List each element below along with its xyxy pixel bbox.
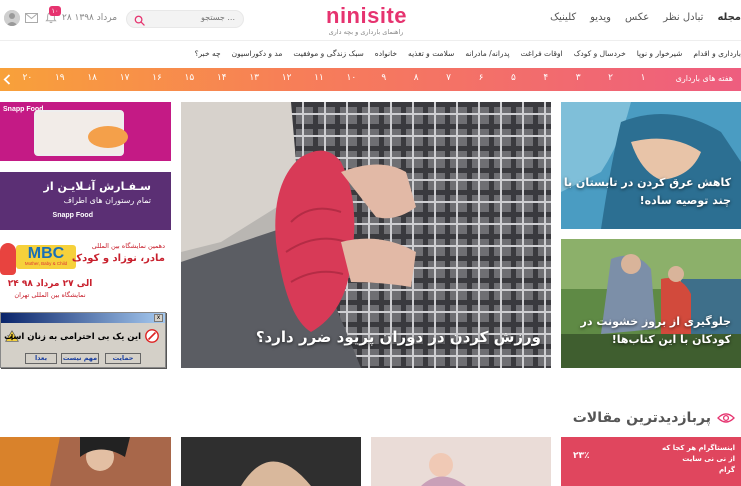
- eye-icon: [717, 413, 735, 423]
- side-article-2-title[interactable]: جلوگیری از بروز خشونت در کودکان با این ک…: [561, 313, 731, 349]
- site-header: مجله تبادل نظر عکس ویدیو کلینیک ninisite…: [0, 0, 741, 40]
- week-number[interactable]: ۲: [600, 73, 622, 83]
- not-important-button[interactable]: مهم نیست: [61, 353, 99, 364]
- current-date: ۲۸ مرداد ۱۳۹۸: [62, 13, 118, 23]
- search-box: [126, 10, 244, 28]
- ad-phone-image: [34, 110, 128, 156]
- card-text-line: از نی نی سایت: [682, 455, 735, 463]
- side-article-2[interactable]: جلوگیری از بروز خشونت در کودکان با این ک…: [561, 239, 741, 368]
- week-number[interactable]: ۱۳: [243, 73, 265, 83]
- nav-item-clinic[interactable]: کلینیک: [550, 12, 576, 23]
- site-logo[interactable]: ninisite راهنمای بارداری و بچه داری: [326, 3, 408, 37]
- side-article-1-title[interactable]: کاهش عرق کردن در تابستان با چند توصیه سا…: [561, 174, 731, 210]
- week-number[interactable]: ۴: [535, 73, 557, 83]
- week-number[interactable]: ۱۹: [49, 73, 71, 83]
- logo-tagline: راهنمای بارداری و بچه داری: [328, 28, 404, 36]
- week-number[interactable]: ۵: [502, 73, 524, 83]
- week-number[interactable]: ۱۷: [114, 73, 136, 83]
- article-card[interactable]: [181, 437, 361, 486]
- chevron-left-icon[interactable]: [3, 74, 11, 85]
- mbc-exhibition-banner[interactable]: MBC Mother, Baby & Child دهمین نمایشگاه …: [0, 233, 171, 303]
- category-list: بارداری و اقدام شیرخوار و نوپا خردسال و …: [195, 49, 741, 58]
- avatar[interactable]: [4, 10, 20, 26]
- dialog-banner[interactable]: x این یک بی احترامی به زنان است حمایت مه…: [0, 312, 166, 368]
- side-article-1[interactable]: کاهش عرق کردن در تابستان با چند توصیه سا…: [561, 102, 741, 229]
- week-number[interactable]: ۱۴: [211, 73, 233, 83]
- close-icon[interactable]: x: [154, 314, 163, 322]
- ad-food-image: [88, 126, 128, 148]
- week-number[interactable]: ۱۸: [81, 73, 103, 83]
- article-card[interactable]: اینستاگرام هر کجا که از نی نی سایت گرام …: [561, 437, 741, 486]
- week-number[interactable]: ۱۵: [178, 73, 200, 83]
- search-icon[interactable]: [134, 15, 145, 26]
- card-text-line: اینستاگرام هر کجا که: [661, 444, 735, 452]
- nav-item-video[interactable]: ویدیو: [590, 12, 611, 23]
- category-item[interactable]: چه خبر؟: [195, 49, 221, 58]
- pregnancy-weeks-bar: هفته های بارداری ۱ ۲ ۳ ۴ ۵ ۶ ۷ ۸ ۹ ۱۰ ۱۱ ۱۲ ۱۳ ۱۴ ۱۵ ۱۶…: [0, 68, 741, 91]
- week-number[interactable]: ۸: [405, 73, 427, 83]
- week-number[interactable]: ۱۱: [308, 73, 330, 83]
- mascot-image: [0, 243, 16, 275]
- category-item[interactable]: بارداری و اقدام: [693, 49, 741, 58]
- support-button[interactable]: حمایت: [105, 353, 141, 364]
- mail-icon[interactable]: [25, 13, 38, 23]
- category-item[interactable]: سلامت و تغذیه: [408, 49, 454, 58]
- article-card-image: [0, 437, 171, 486]
- later-button[interactable]: بعدا: [25, 353, 57, 364]
- article-card-text: اینستاگرام هر کجا که از نی نی سایت گرام: [662, 443, 735, 476]
- category-item[interactable]: شیرخوار و نوپا: [637, 49, 683, 58]
- article-card-image: [181, 437, 361, 486]
- most-viewed-header: پربازدیدترین مقالات: [573, 410, 735, 426]
- week-number[interactable]: ۷: [438, 73, 460, 83]
- dialog-message: این یک بی احترامی به زنان است: [4, 332, 141, 342]
- week-number[interactable]: ۲۰: [16, 73, 38, 83]
- search-input[interactable]: [147, 13, 235, 22]
- ad-brand: Snapp Food: [52, 212, 93, 219]
- most-viewed-title: پربازدیدترین مقالات: [572, 410, 711, 426]
- nav-item-forum[interactable]: تبادل نظر: [663, 12, 703, 23]
- category-item[interactable]: مد و دکوراسیون: [232, 49, 283, 58]
- nav-item-magazine[interactable]: مجله: [717, 12, 741, 23]
- card-badge: ۲۳٪: [573, 451, 590, 461]
- ad-dates: ۲۴ الی ۲۷ مرداد ۹۸: [7, 279, 93, 289]
- error-icon: [145, 329, 159, 343]
- snapp-food-banner-2[interactable]: سـفـارش آنـلایـن از تمام رستوران های اطر…: [0, 172, 171, 230]
- main-nav: مجله تبادل نظر عکس ویدیو کلینیک: [550, 12, 741, 23]
- mbc-logo-sub: Mother, Baby & Child: [24, 261, 68, 266]
- category-item[interactable]: خردسال و کودک: [574, 49, 626, 58]
- article-card-image: [371, 437, 551, 486]
- dialog-titlebar: x: [1, 313, 165, 323]
- week-number[interactable]: ۶: [470, 73, 492, 83]
- week-number[interactable]: ۹: [373, 73, 395, 83]
- week-number[interactable]: ۱۰: [340, 73, 362, 83]
- hero-article[interactable]: ورزش کردن در دوران پریود ضرر دارد؟: [181, 102, 551, 368]
- snapp-food-banner-1[interactable]: Snapp Food: [0, 102, 171, 161]
- article-card[interactable]: [371, 437, 551, 486]
- ad-line: مادر، نوزاد و کودک: [71, 253, 165, 264]
- week-number[interactable]: ۳: [567, 73, 589, 83]
- card-text-line: گرام: [719, 466, 735, 474]
- ad-venue: نمایشگاه بین المللی تهران: [14, 291, 86, 299]
- category-item[interactable]: خانواده: [375, 49, 397, 58]
- week-number[interactable]: ۱۶: [146, 73, 168, 83]
- notification-badge: ۱۰: [49, 6, 61, 16]
- ad-subline: تمام رستوران های اطراف: [63, 196, 151, 205]
- logo-name: ninisite: [326, 3, 408, 28]
- weeks-title: هفته های بارداری: [675, 74, 733, 83]
- category-item[interactable]: سبک زندگی و موفقیت: [293, 49, 363, 58]
- article-card[interactable]: [0, 437, 171, 486]
- category-item[interactable]: اوقات فراغت: [521, 49, 563, 58]
- category-item[interactable]: پدرانه/ مادرانه: [465, 49, 509, 58]
- hero-article-title[interactable]: ورزش کردن در دوران پریود ضرر دارد؟: [256, 328, 541, 346]
- ad-headline: سـفـارش آنـلایـن از: [43, 180, 151, 193]
- week-number[interactable]: ۱: [632, 73, 654, 83]
- category-bar: بارداری و اقدام شیرخوار و نوپا خردسال و …: [0, 40, 741, 66]
- ad-line: دهمین نمایشگاه بین المللی: [91, 242, 165, 250]
- week-number[interactable]: ۱۲: [276, 73, 298, 83]
- nav-item-photo[interactable]: عکس: [625, 12, 649, 23]
